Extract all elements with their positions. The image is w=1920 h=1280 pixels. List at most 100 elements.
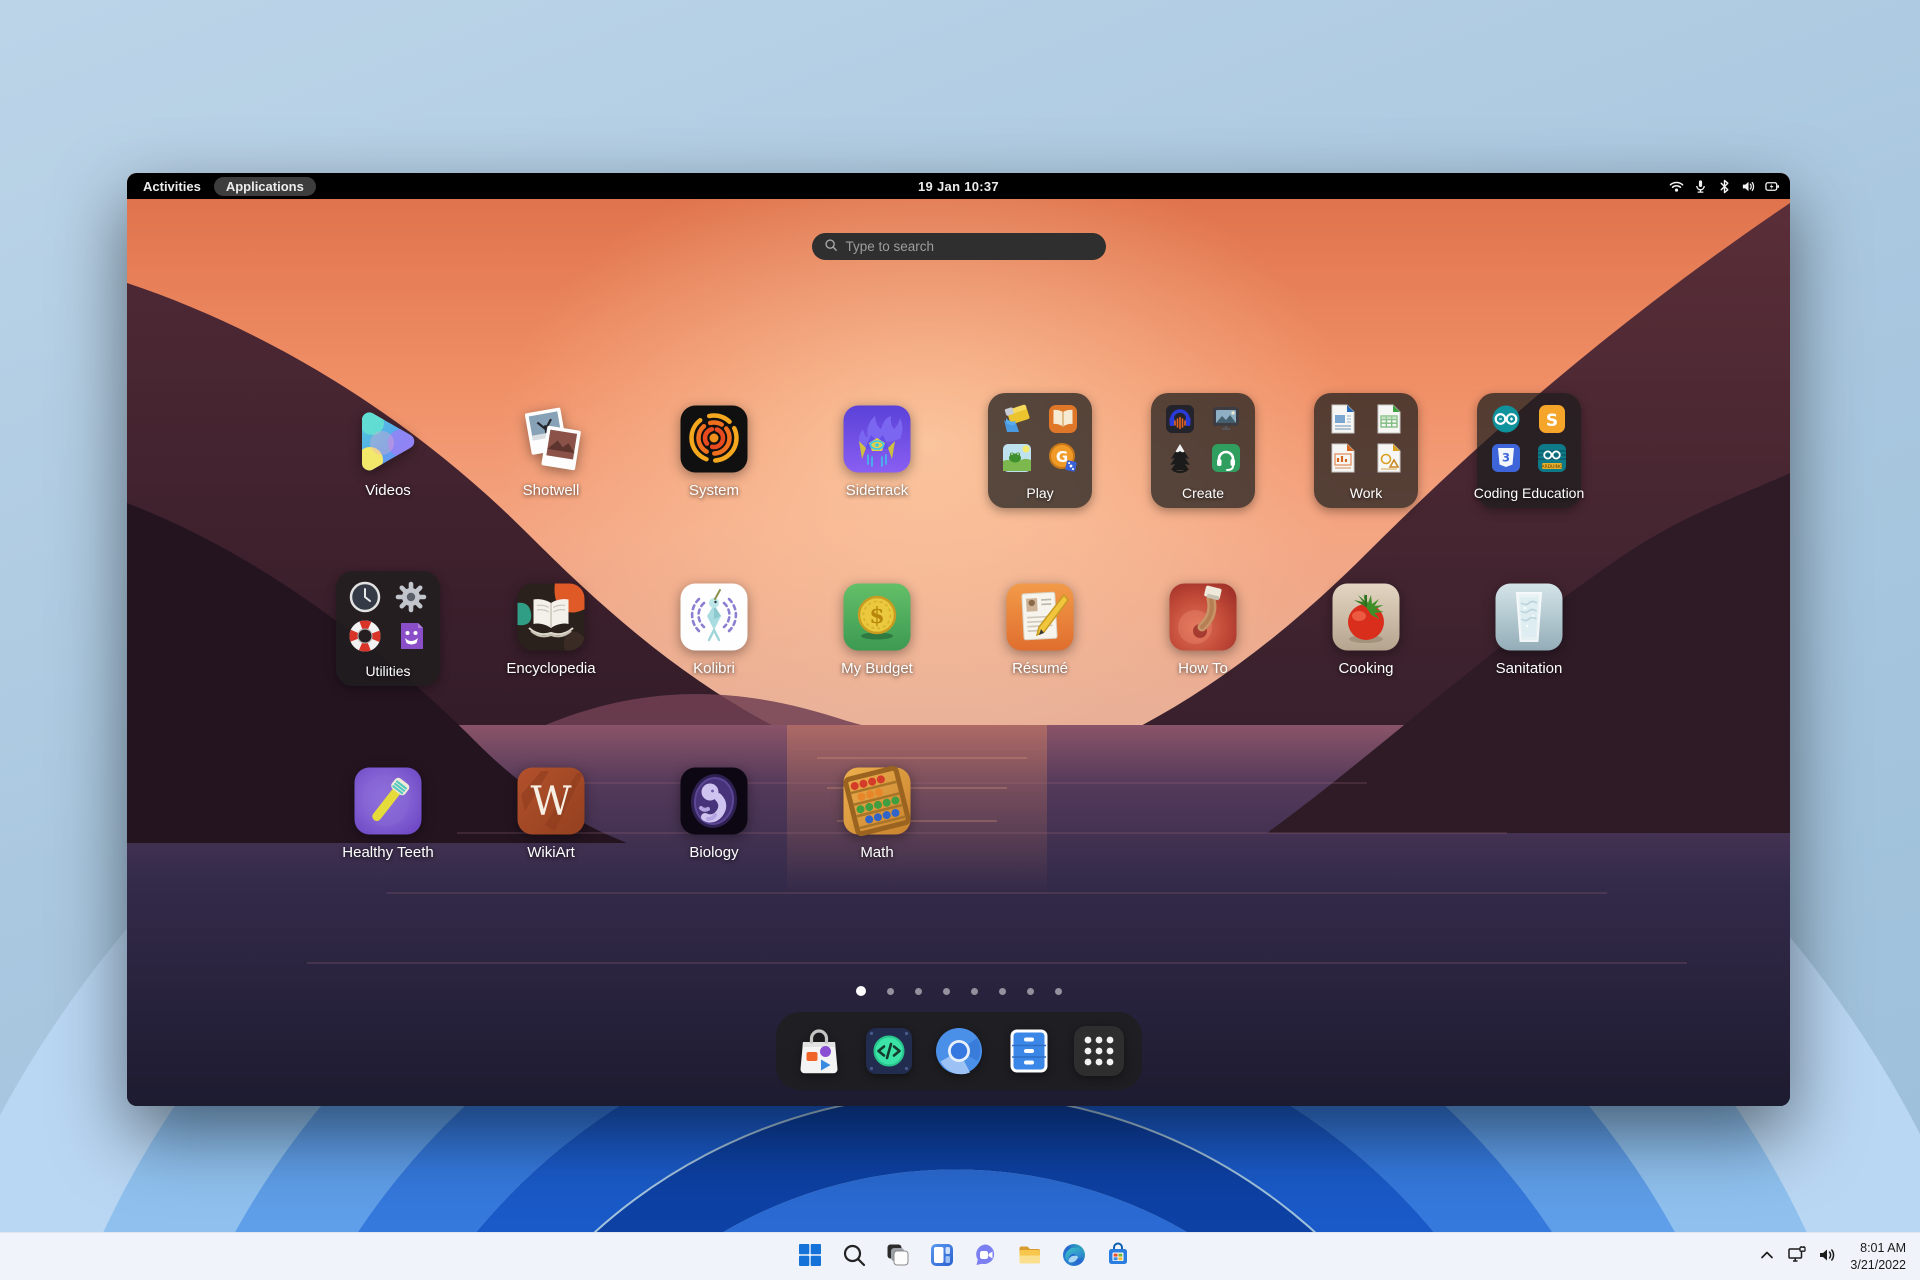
svg-text:ARDUINO: ARDUINO [1541,464,1563,470]
folder-work[interactable]: Work [1314,393,1418,508]
chat-button[interactable] [964,1237,1008,1277]
hack-icon [862,1028,916,1081]
svg-text:G: G [1056,448,1068,466]
app-system[interactable]: System [639,403,789,499]
page-indicator [855,986,1062,996]
draw-icon [1372,441,1406,475]
app-center-dock-button[interactable] [792,1024,846,1078]
app-label: Math [860,844,894,861]
app-kolibri[interactable]: Kolibri [639,581,789,677]
search-input[interactable]: Type to search [811,233,1106,260]
chromium-icon [932,1028,986,1081]
tray-clock[interactable]: 8:01 AM 3/21/2022 [1844,1240,1916,1274]
scratch-icon: S [1535,402,1569,436]
folder-coding-education[interactable]: S 3 ARDUINO Coding Education [1474,393,1584,508]
pager-dot-3[interactable] [914,987,922,995]
storybook-icon [1046,402,1080,436]
app-label: Healthy Teeth [342,844,434,861]
how-to-icon [1167,581,1239,653]
file-explorer-icon [1017,1242,1043,1271]
app-biology[interactable]: Biology [639,765,789,861]
pager-dot-6[interactable] [998,987,1006,995]
task-view-button[interactable] [876,1237,920,1277]
tray-volume-tray-button[interactable] [1812,1237,1842,1277]
my-budget-icon: $ [841,581,913,653]
inkscape-icon [1163,441,1197,475]
files-icon [1002,1029,1056,1081]
taskbar-center-buttons [788,1233,1140,1280]
gnome-top-bar: Activities Applications 19 Jan 10:37 [127,173,1790,199]
css3-icon: 3 [1489,441,1523,475]
app-wikiart[interactable]: W WikiArt [476,765,626,861]
chromium-dock-button[interactable] [932,1024,986,1078]
edge-icon [1061,1242,1087,1271]
applications-button[interactable]: Applications [213,176,316,196]
pager-dot-1[interactable] [855,986,866,996]
app-label: Sanitation [1495,660,1563,677]
biology-icon [678,765,750,837]
app-videos[interactable]: Videos [313,403,463,499]
app-label: Videos [365,482,411,499]
app-sanitation[interactable]: Sanitation [1454,581,1604,677]
gear-icon [394,580,428,614]
pager-dot-7[interactable] [1026,987,1034,995]
sidetrack-icon [841,403,913,475]
windows-taskbar: 8:01 AM 3/21/2022 [0,1232,1920,1280]
network-tray-button[interactable] [1782,1237,1812,1277]
hack-dock-button[interactable] [862,1024,916,1078]
pager-dot-2[interactable] [886,987,894,995]
app-grid-dock-button[interactable] [1072,1024,1126,1078]
app-label: Sidetrack [845,482,909,499]
folder-preview [1151,402,1255,475]
character-card-icon [394,619,428,653]
store-button[interactable] [1096,1237,1140,1277]
app-how-to[interactable]: How To [1128,581,1278,677]
gcompris-icon: G [1046,441,1080,475]
pager-dot-8[interactable] [1054,987,1062,995]
taskbar-search-button[interactable] [832,1237,876,1277]
files-dock-button[interactable] [1002,1024,1056,1078]
app-label: How To [1178,660,1228,677]
app-r-sum[interactable]: Résumé [965,581,1115,677]
widgets-button[interactable] [920,1237,964,1277]
svg-text:S: S [1546,411,1558,431]
clock-icon [348,580,382,614]
wikiart-icon: W [515,765,587,837]
pager-dot-4[interactable] [942,987,950,995]
paint-game-icon [1000,402,1034,436]
pager-dot-5[interactable] [970,987,978,995]
edge-button[interactable] [1052,1237,1096,1277]
chevron-up-tray-button[interactable] [1752,1237,1782,1277]
app-my-budget[interactable]: $ My Budget [802,581,952,677]
microphone-icon [1693,179,1708,194]
folder-preview [336,580,440,653]
folder-play[interactable]: G Play [988,393,1092,508]
chat-icon [973,1242,999,1271]
task-view-icon [885,1242,911,1271]
app-label: Cooking [1338,660,1394,677]
app-encyclopedia[interactable]: Encyclopedia [476,581,626,677]
app-healthy-teeth[interactable]: Healthy Teeth [313,765,463,861]
app-cooking[interactable]: Cooking [1291,581,1441,677]
file-explorer-button[interactable] [1008,1237,1052,1277]
search-icon [824,238,838,255]
windows-start-button[interactable] [788,1237,832,1277]
folder-utilities[interactable]: Utilities [336,571,440,686]
app-shotwell[interactable]: Shotwell [476,403,626,499]
app-sidetrack[interactable]: Sidetrack [802,403,952,499]
windows-start-icon [797,1242,823,1271]
app-label: WikiArt [527,844,575,861]
tray-volume-icon [1817,1245,1837,1268]
battery-charging-icon [1765,179,1780,194]
frog-game-icon [1000,441,1034,475]
clock-menu[interactable]: 19 Jan 10:37 [918,179,999,194]
lifebuoy-icon [348,619,382,653]
folder-create[interactable]: Create [1151,393,1255,508]
activities-button[interactable]: Activities [143,179,201,194]
volume-icon [1741,179,1756,194]
arduino-icon [1489,402,1523,436]
healthy-teeth-icon [352,765,424,837]
app-math[interactable]: Math [802,765,952,861]
resume-icon [1004,581,1076,653]
system-status-area[interactable] [1669,173,1780,199]
